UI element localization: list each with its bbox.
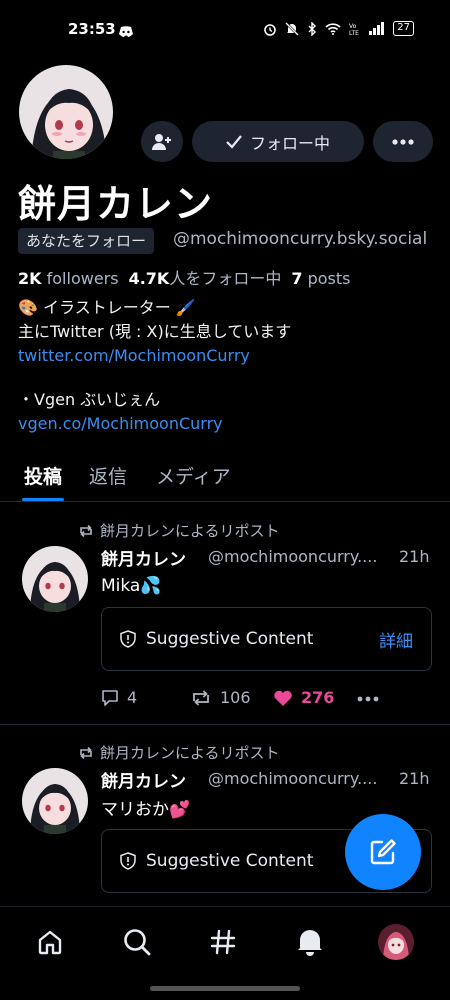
post-author-handle: @mochimooncurry.... [208,547,378,566]
repost-icon [193,689,209,706]
svg-text:LTE: LTE [349,30,359,36]
heart-icon [274,690,292,706]
status-time: 23:53 [68,20,116,38]
following-button[interactable]: フォロー中 [192,121,364,162]
repost-button[interactable]: 106 [190,688,251,707]
compose-icon [370,839,396,865]
repost-indicator: 餅月カレンによるリポスト [78,520,280,541]
posts-count: 7 [291,269,303,288]
followers-count: 2K [18,269,42,288]
nav-notifications[interactable] [290,922,330,962]
bio-vgen-link[interactable]: vgen.co/MochimoonCurry [18,412,438,436]
svg-text:Vo: Vo [349,23,357,30]
hashtag-icon [210,929,236,955]
add-user-icon [152,133,171,150]
profile-bio: 🎨 イラストレーター 🖌️ 主にTwitter (現 : X)に生息しています … [18,296,438,436]
shield-icon [120,630,136,648]
reply-count: 4 [127,688,138,707]
following-count: 4.7K [128,269,170,288]
profile-avatar-small [378,924,414,960]
battery-indicator: 27 [393,21,414,36]
repost-icon [80,746,92,759]
follows-you-badge: あなたをフォロー [18,228,155,254]
like-button[interactable]: 276 [273,688,334,707]
ellipsis-icon [392,138,414,145]
reply-button[interactable]: 4 [101,688,137,707]
post-more-button[interactable] [357,696,379,702]
profile-avatar[interactable] [16,62,116,162]
repost-count: 106 [220,688,251,707]
shield-icon [120,852,136,870]
nav-feeds[interactable] [203,922,243,962]
following-stat[interactable]: 4.7K人をフォロー中 [129,269,282,288]
status-bar: 23:53 Vo LTE 27 [0,0,450,56]
repost-indicator: 餅月カレンによるリポスト [78,742,280,763]
post-author-name[interactable]: 餅月カレン [101,767,186,792]
bio-line: 🎨 イラストレーター 🖌️ [18,298,196,317]
mute-icon [285,21,300,36]
compose-button[interactable] [345,814,421,890]
nav-profile[interactable] [376,922,416,962]
post-avatar[interactable] [22,768,88,834]
reply-icon [102,690,118,706]
tab-posts[interactable]: 投稿 [24,462,62,489]
like-count: 276 [301,688,335,707]
post-timestamp: 21h [399,547,430,566]
bio-twitter-link[interactable]: twitter.com/MochimoonCurry [18,344,438,368]
followers-label: followers [46,269,119,288]
bell-icon [298,930,322,956]
signal-icon [369,22,385,35]
nav-home[interactable] [30,922,70,962]
following-label: 人をフォロー中 [169,269,282,288]
post-author-handle: @mochimooncurry.... [208,769,378,788]
ellipsis-icon [357,696,379,702]
content-warning[interactable]: Suggestive Content 詳細 [101,607,432,671]
alarm-icon [264,23,277,36]
post-avatar[interactable] [22,546,88,612]
display-name: 餅月カレン [18,182,214,226]
post-timestamp: 21h [399,769,430,788]
post-text: マリおか💕 [101,800,191,820]
post-actions: 4 106 276 [101,688,401,712]
nav-search[interactable] [117,922,157,962]
profile-handle: @mochimooncurry.bsky.social [173,229,428,249]
repost-icon [80,524,92,537]
volte-icon: VoLTE [349,23,359,36]
post-author-name[interactable]: 餅月カレン [101,545,186,570]
bio-line: ・Vgen ぶいじぇん [18,390,161,409]
feed-post[interactable]: 餅月カレンによるリポスト 餅月カレン @mochimooncurry.... 2… [0,503,450,725]
check-icon [226,134,242,149]
bluetooth-icon [308,21,317,36]
repost-label: 餅月カレンによるリポスト [100,522,280,540]
following-button-label: フォロー中 [249,133,330,153]
posts-label: posts [307,269,351,288]
wifi-icon [325,22,341,35]
status-icons: Vo LTE 27 [263,21,414,36]
more-options-button[interactable] [373,121,433,162]
search-icon [124,929,151,956]
suggested-follows-button[interactable] [141,121,183,162]
bio-line: 主にTwitter (現 : X)に生息しています [18,322,292,341]
profile-stats: 2K followers 4.7K人をフォロー中 7 posts [18,265,350,289]
active-tab-indicator [22,498,64,501]
post-text: Mika💦 [101,576,162,596]
followers-stat[interactable]: 2K followers [18,269,119,288]
profile-tabs: 投稿 返信 メディア [0,452,450,502]
discord-icon [118,23,134,42]
tab-replies[interactable]: 返信 [89,462,127,489]
tab-media[interactable]: メディア [156,462,231,489]
repost-label: 餅月カレンによるリポスト [100,744,280,762]
content-warning-details-button[interactable]: 詳細 [379,627,413,652]
content-warning-label: Suggestive Content [146,629,314,649]
home-icon [38,930,62,955]
home-indicator [150,986,300,991]
